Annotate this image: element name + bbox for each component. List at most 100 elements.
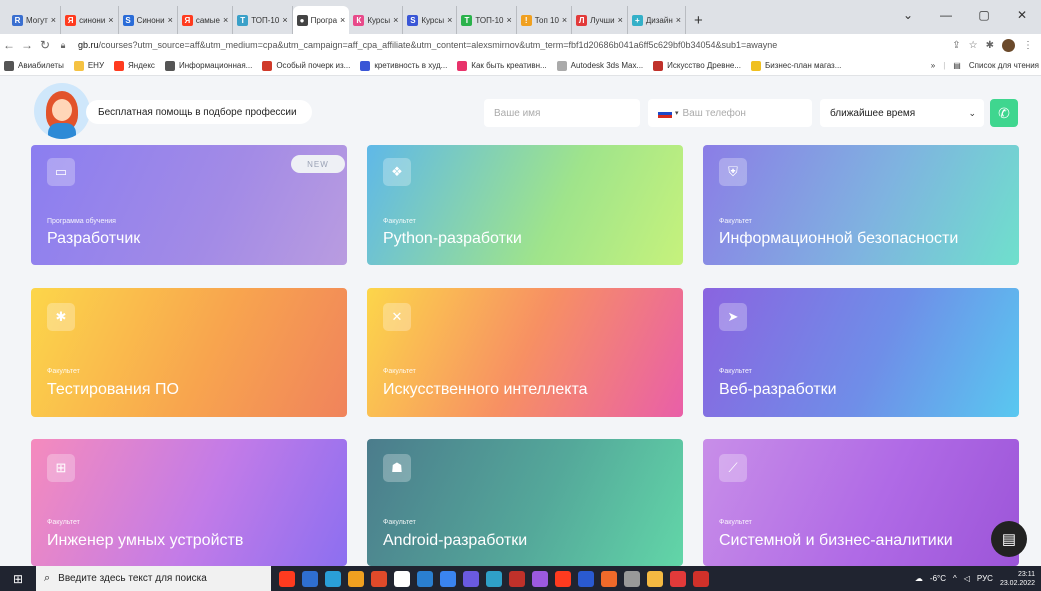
reading-list-icon[interactable]: ▤ bbox=[953, 61, 961, 70]
tab-close-icon[interactable]: × bbox=[447, 15, 452, 25]
tray-expand-icon[interactable]: ^ bbox=[953, 574, 957, 583]
course-card[interactable]: ▭ Программа обучения Разработчик NEW bbox=[31, 145, 347, 265]
tab-close-icon[interactable]: × bbox=[51, 15, 56, 25]
taskbar-app-icon[interactable] bbox=[463, 570, 479, 587]
system-tray: ☁ -6°C ^ ◁ РУС 23:11 23.02.2022 bbox=[915, 570, 1041, 588]
taskbar-app-icon[interactable] bbox=[394, 570, 410, 587]
start-button[interactable]: ⊞ bbox=[0, 572, 36, 586]
menu-icon[interactable]: ⋮ bbox=[1023, 40, 1033, 51]
tab-close-icon[interactable]: × bbox=[282, 15, 287, 25]
lock-icon[interactable]: 🔒︎ bbox=[54, 40, 72, 51]
temperature[interactable]: -6°C bbox=[930, 574, 946, 583]
reading-list-label[interactable]: Список для чтения bbox=[969, 61, 1039, 70]
taskbar-app-icon[interactable] bbox=[670, 570, 686, 587]
name-input[interactable]: Ваше имя bbox=[484, 99, 640, 127]
course-card[interactable]: ⟋ Факультет Системной и бизнес-аналитики bbox=[703, 439, 1019, 566]
browser-tab[interactable]: S Курсы × bbox=[403, 6, 458, 34]
reload-icon[interactable]: ↻ bbox=[36, 38, 54, 52]
taskbar-app-icon[interactable] bbox=[509, 570, 525, 587]
volume-icon[interactable]: ◁ bbox=[964, 574, 970, 583]
tab-close-icon[interactable]: × bbox=[506, 15, 511, 25]
tab-close-icon[interactable]: × bbox=[618, 15, 623, 25]
bookmark-item[interactable]: Как быть креативн... bbox=[457, 60, 547, 71]
tab-close-icon[interactable]: × bbox=[168, 15, 173, 25]
taskbar-app-icon[interactable] bbox=[601, 570, 617, 587]
taskbar-app-icon[interactable] bbox=[693, 570, 709, 587]
bookmark-favicon-icon bbox=[653, 60, 664, 71]
minimize-button[interactable]: — bbox=[927, 8, 965, 22]
course-card[interactable]: ☗ Факультет Android-разработки bbox=[367, 439, 683, 566]
bookmark-item[interactable]: Искусство Древне... bbox=[653, 60, 741, 71]
country-dropdown-icon[interactable]: ▾ bbox=[675, 109, 679, 117]
bookmark-item[interactable]: Авиабилеты bbox=[4, 60, 64, 71]
russia-flag-icon[interactable] bbox=[658, 108, 672, 118]
tab-close-icon[interactable]: × bbox=[340, 15, 345, 25]
browser-tab[interactable]: К Курсы × bbox=[349, 6, 404, 34]
bookmark-item[interactable]: кретивность в худ... bbox=[360, 60, 447, 71]
browser-tab[interactable]: Л Лучши × bbox=[572, 6, 628, 34]
browser-tab[interactable]: ● Програ × bbox=[292, 6, 350, 34]
tab-close-icon[interactable]: × bbox=[562, 15, 567, 25]
clock[interactable]: 23:11 23.02.2022 bbox=[1000, 570, 1035, 588]
taskbar-app-icon[interactable] bbox=[371, 570, 387, 587]
browser-tab[interactable]: Т ТОП-10 × bbox=[457, 6, 517, 34]
browser-tab[interactable]: R Могут × bbox=[8, 6, 62, 34]
taskbar-app-icon[interactable] bbox=[532, 570, 548, 587]
tab-close-icon[interactable]: × bbox=[223, 15, 228, 25]
callback-time-select[interactable]: ближайшее время ⌄ bbox=[820, 99, 984, 127]
tab-favicon-icon: + bbox=[631, 14, 643, 26]
taskbar-app-icon[interactable] bbox=[578, 570, 594, 587]
maximize-button[interactable]: ▢ bbox=[965, 8, 1003, 22]
forward-icon[interactable]: → bbox=[18, 38, 36, 52]
weather-icon[interactable]: ☁ bbox=[915, 574, 923, 583]
browser-tab[interactable]: Ясинони × bbox=[61, 6, 119, 34]
course-card[interactable]: ❖ Факультет Python-разработки bbox=[367, 145, 683, 265]
taskbar-app-icon[interactable] bbox=[555, 570, 571, 587]
bookmark-star-icon[interactable]: ☆ bbox=[969, 40, 978, 51]
browser-tab[interactable]: ! Топ 10 × bbox=[517, 6, 573, 34]
course-card[interactable]: ➤ Факультет Веб-разработки bbox=[703, 288, 1019, 417]
extensions-icon[interactable]: ✱ bbox=[986, 40, 994, 51]
profile-avatar[interactable] bbox=[1002, 38, 1015, 52]
chat-button[interactable]: ▤ bbox=[991, 521, 1027, 557]
bookmarks-overflow-button[interactable]: » bbox=[931, 61, 935, 70]
bookmark-item[interactable]: ЕНУ bbox=[73, 60, 104, 71]
url-input[interactable]: gb.ru/courses?utm_source=aff&utm_medium=… bbox=[78, 40, 898, 50]
taskbar-app-icon[interactable] bbox=[279, 570, 295, 587]
browser-tab[interactable]: T ТОП-10 × bbox=[233, 6, 293, 34]
bookmark-favicon-icon bbox=[4, 60, 14, 71]
close-window-button[interactable]: ✕ bbox=[1003, 8, 1041, 22]
course-card[interactable]: ✕ Факультет Искусственного интеллекта bbox=[367, 288, 683, 417]
tab-close-icon[interactable]: × bbox=[393, 15, 398, 25]
bookmark-item[interactable]: Особый почерк из... bbox=[262, 60, 350, 71]
help-pill[interactable]: Бесплатная помощь в подборе профессии bbox=[86, 100, 312, 124]
taskbar-app-icon[interactable] bbox=[440, 570, 456, 587]
back-icon[interactable]: ← bbox=[0, 38, 18, 52]
tab-close-icon[interactable]: × bbox=[108, 15, 113, 25]
bookmark-item[interactable]: Бизнес-план магаз... bbox=[751, 60, 841, 71]
taskbar-search[interactable]: ⌕ Введите здесь текст для поиска bbox=[36, 566, 271, 591]
course-card[interactable]: ✱ Факультет Тестирования ПО bbox=[31, 288, 347, 417]
browser-tab[interactable]: Ясамые × bbox=[178, 6, 234, 34]
tab-close-icon[interactable]: × bbox=[676, 15, 681, 25]
phone-input[interactable]: ▾ Ваш телефон bbox=[648, 99, 812, 127]
taskbar-app-icon[interactable] bbox=[325, 570, 341, 587]
taskbar-app-icon[interactable] bbox=[624, 570, 640, 587]
bookmark-item[interactable]: Яндекс bbox=[114, 60, 155, 71]
taskbar-app-icon[interactable] bbox=[348, 570, 364, 587]
bookmark-item[interactable]: Autodesk 3ds Max... bbox=[556, 60, 643, 71]
tab-search-icon[interactable]: ⌄ bbox=[889, 8, 927, 22]
course-card[interactable]: ⛨ Факультет Информационной безопасности bbox=[703, 145, 1019, 265]
language-indicator[interactable]: РУС bbox=[977, 574, 993, 583]
taskbar-app-icon[interactable] bbox=[486, 570, 502, 587]
browser-tab[interactable]: + Дизайн × bbox=[628, 6, 686, 34]
call-request-button[interactable]: ✆ bbox=[990, 99, 1018, 127]
bookmark-item[interactable]: Информационная... bbox=[164, 60, 252, 71]
taskbar-app-icon[interactable] bbox=[647, 570, 663, 587]
share-icon[interactable]: ⇪ bbox=[952, 40, 960, 51]
taskbar-app-icon[interactable] bbox=[417, 570, 433, 587]
browser-tab[interactable]: S Синони × bbox=[119, 6, 178, 34]
taskbar-app-icon[interactable] bbox=[302, 570, 318, 587]
course-card[interactable]: ⊞ Факультет Инженер умных устройств bbox=[31, 439, 347, 566]
new-tab-button[interactable]: + bbox=[686, 6, 711, 34]
